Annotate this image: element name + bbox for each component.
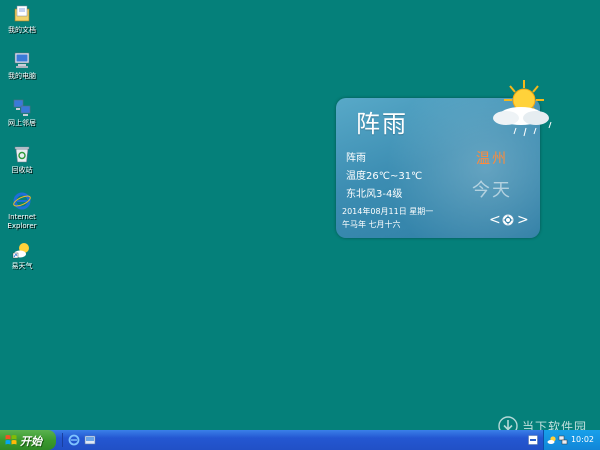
desktop-icon-label: 网上邻居 [8,119,36,127]
desktop-icon-recycle-bin[interactable]: 回收站 [0,144,44,175]
weather-next-button[interactable]: > [517,213,529,227]
clock[interactable]: 10:02 [571,435,594,444]
weather-condition-title: 阵雨 [356,110,408,138]
desktop-icon-label: 我的电脑 [8,72,36,80]
sun-cloud-rain-icon [493,80,552,137]
desktop-icon-my-computer[interactable]: 我的电脑 [0,50,44,81]
weather-date: 2014年08月11日 星期一 [342,207,434,216]
recycle-bin-icon [14,146,30,163]
system-tray: 10:02 [543,430,600,450]
start-button[interactable]: 开始 [0,430,56,450]
internet-explorer-icon[interactable] [68,434,80,446]
my-computer-icon [14,52,30,68]
desktop-icon-weather-app[interactable]: 易天气 [0,240,44,271]
tray-expand-icon[interactable] [528,435,538,445]
weather-lunar-date: 午马年 七月十六 [342,220,401,229]
show-desktop-icon[interactable] [84,434,96,446]
desktop-icon-label: Internet Explorer [7,213,37,230]
weather-condition: 阵雨 [346,153,366,164]
weather-day: 今天 [472,180,512,201]
network-places-icon [13,99,31,116]
desktop-icon-label: 我的文档 [8,26,36,34]
weather-prev-button[interactable]: < [489,213,501,227]
desktop-icon-network-places[interactable]: 网上邻居 [0,97,44,128]
weather-temperature: 温度26℃~31℃ [346,171,423,182]
network-tray-icon[interactable] [558,435,568,445]
internet-explorer-icon [13,192,31,210]
weather-wind: 东北风3-4级 [346,189,403,200]
my-documents-icon [14,5,30,22]
taskbar: 开始 10:02 [0,430,600,450]
desktop-icon-internet-explorer[interactable]: Internet Explorer [0,191,44,231]
weather-widget[interactable]: 阵雨 阵雨 温度26℃~31℃ 东北风3-4级 温州 今天 2014年08月11… [336,80,552,238]
start-button-label: 开始 [20,435,42,448]
windows-logo-icon [5,435,17,445]
quick-launch-divider [62,433,63,447]
desktop-icon-label: 易天气 [11,262,33,270]
weather-tray-icon[interactable] [547,435,557,445]
desktop-icon-label: 回收站 [11,166,33,174]
weather-city: 温州 [476,151,508,167]
weather-app-icon [12,243,29,259]
settings-gear-icon[interactable] [502,214,514,226]
desktop: 我的文档 我的电脑 网上邻居 回收站 Internet Explorer 易天气… [0,0,600,436]
desktop-icon-my-documents[interactable]: 我的文档 [0,4,44,35]
